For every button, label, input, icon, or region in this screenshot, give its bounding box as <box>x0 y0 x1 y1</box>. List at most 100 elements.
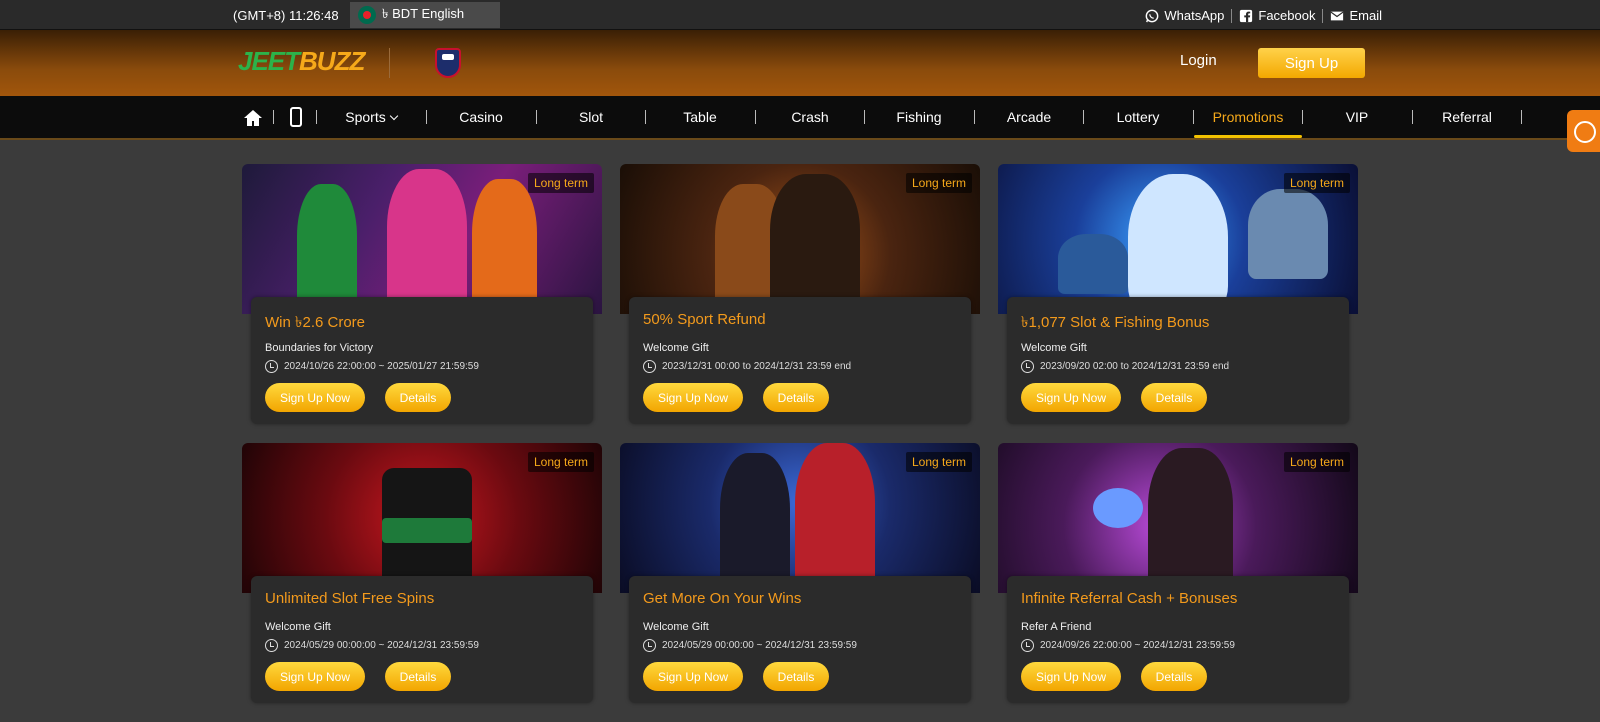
promo-panel: Unlimited Slot Free Spins Welcome Gift 2… <box>251 576 593 703</box>
promo-badge: Long term <box>1283 452 1350 472</box>
promo-card: Long term Get More On Your Wins Welcome … <box>620 443 980 703</box>
nav-item-fishing[interactable]: Fishing <box>874 109 964 125</box>
promo-date: 2024/10/26 22:00:00 ~ 2025/01/27 21:59:5… <box>265 360 479 373</box>
divider <box>316 110 317 124</box>
promo-date: 2023/09/20 02:00 to 2024/12/31 23:59 end <box>1021 360 1229 373</box>
promo-panel: 50% Sport Refund Welcome Gift 2023/12/31… <box>629 297 971 424</box>
player-figure <box>297 184 357 314</box>
promo-subtitle: Boundaries for Victory <box>265 342 374 354</box>
divider <box>1193 110 1194 124</box>
dealer-figure <box>720 453 790 593</box>
nav-item-lottery[interactable]: Lottery <box>1093 109 1183 125</box>
promo-panel: Get More On Your Wins Welcome Gift 2024/… <box>629 576 971 703</box>
signup-now-button[interactable]: Sign Up Now <box>1021 662 1121 691</box>
whatsapp-label: WhatsApp <box>1164 8 1225 23</box>
signup-now-button[interactable]: Sign Up Now <box>1021 383 1121 412</box>
nav-item-referral[interactable]: Referral <box>1422 109 1512 125</box>
promo-banner-image: Long term <box>998 164 1358 314</box>
divider <box>755 110 756 124</box>
details-button[interactable]: Details <box>763 662 829 691</box>
language-label: ৳ BDT English <box>382 5 465 21</box>
promo-panel: ৳1,077 Slot & Fishing Bonus Welcome Gift… <box>1007 297 1349 424</box>
clock-icon <box>265 639 278 652</box>
signup-now-button[interactable]: Sign Up Now <box>265 383 365 412</box>
divider <box>426 110 427 124</box>
active-tab-indicator <box>1194 135 1302 138</box>
promo-banner-image: Long term <box>998 443 1358 593</box>
nav-item-slot[interactable]: Slot <box>546 109 636 125</box>
player-figure <box>770 174 860 314</box>
promo-title: 50% Sport Refund <box>643 311 766 328</box>
nav-item-promotions[interactable]: Promotions <box>1203 109 1293 125</box>
player-figure <box>472 179 537 314</box>
home-icon[interactable] <box>243 108 263 128</box>
fish-figure <box>1058 234 1128 294</box>
promo-subtitle: Welcome Gift <box>1021 342 1087 354</box>
chat-bubble-figure <box>1093 488 1143 528</box>
nav-item-vip[interactable]: VIP <box>1312 109 1402 125</box>
mobile-app-icon[interactable] <box>290 107 302 127</box>
promo-card: Long term Infinite Referral Cash + Bonus… <box>998 443 1358 703</box>
email-label: Email <box>1349 8 1382 23</box>
contact-links: WhatsApp Facebook Email <box>1145 8 1382 23</box>
signup-now-button[interactable]: Sign Up Now <box>265 662 365 691</box>
promo-subtitle: Welcome Gift <box>265 621 331 633</box>
divider <box>536 110 537 124</box>
clock-icon <box>643 639 656 652</box>
email-link[interactable]: Email <box>1330 8 1382 23</box>
nav-item-crash[interactable]: Crash <box>765 109 855 125</box>
jeetbuzz-logo[interactable]: JEETBUZZ <box>238 46 365 77</box>
promo-card: Long term Win ৳2.6 Crore Boundaries for … <box>242 164 602 424</box>
facebook-icon <box>1240 9 1253 22</box>
shark-figure <box>1248 189 1328 279</box>
promo-card: Long term ৳1,077 Slot & Fishing Bonus We… <box>998 164 1358 424</box>
divider <box>389 48 390 78</box>
promo-date: 2024/05/29 00:00:00 ~ 2024/12/31 23:59:5… <box>643 639 857 652</box>
login-button[interactable]: Login <box>1180 52 1217 69</box>
delhi-bulls-logo <box>435 48 461 78</box>
divider <box>1083 110 1084 124</box>
promo-title: Get More On Your Wins <box>643 590 802 607</box>
promo-badge: Long term <box>527 173 594 193</box>
divider <box>974 110 975 124</box>
details-button[interactable]: Details <box>385 383 451 412</box>
clock-icon <box>643 360 656 373</box>
nav-item-table[interactable]: Table <box>655 109 745 125</box>
player-figure <box>387 169 467 314</box>
language-selector[interactable]: ৳ BDT English <box>350 2 500 28</box>
details-button[interactable]: Details <box>1141 662 1207 691</box>
divider <box>864 110 865 124</box>
main-nav: Sports Casino Slot Table Crash Fishing A… <box>0 96 1600 140</box>
details-button[interactable]: Details <box>763 383 829 412</box>
email-icon <box>1331 11 1344 20</box>
phone-screen-figure <box>382 518 472 543</box>
dealer-figure <box>795 443 875 593</box>
promo-date: 2024/05/29 00:00:00 ~ 2024/12/31 23:59:5… <box>265 639 479 652</box>
site-header: JEETBUZZ Login Sign Up <box>0 30 1600 96</box>
facebook-label: Facebook <box>1258 8 1316 23</box>
model-figure <box>1148 448 1233 593</box>
clock-icon <box>1021 360 1034 373</box>
promo-badge: Long term <box>905 452 972 472</box>
promo-title: Win ৳2.6 Crore <box>265 314 365 331</box>
signup-now-button[interactable]: Sign Up Now <box>643 383 743 412</box>
top-bar: (GMT+8) 11:26:48 ৳ BDT English WhatsApp … <box>0 0 1600 30</box>
details-button[interactable]: Details <box>1141 383 1207 412</box>
nav-item-casino[interactable]: Casino <box>436 109 526 125</box>
nav-item-sports[interactable]: Sports <box>326 109 416 125</box>
promo-badge: Long term <box>1283 173 1350 193</box>
facebook-link[interactable]: Facebook <box>1239 8 1315 23</box>
promo-card: Long term 50% Sport Refund Welcome Gift … <box>620 164 980 424</box>
promo-banner-image: Long term <box>242 164 602 314</box>
details-button[interactable]: Details <box>385 662 451 691</box>
whatsapp-icon <box>1146 9 1159 22</box>
promo-panel: Infinite Referral Cash + Bonuses Refer A… <box>1007 576 1349 703</box>
signup-now-button[interactable]: Sign Up Now <box>643 662 743 691</box>
promo-subtitle: Welcome Gift <box>643 342 709 354</box>
customer-support-icon[interactable] <box>1567 110 1600 152</box>
tiger-figure <box>1128 174 1228 314</box>
signup-button[interactable]: Sign Up <box>1258 48 1365 78</box>
nav-item-arcade[interactable]: Arcade <box>984 109 1074 125</box>
divider <box>1322 8 1324 23</box>
whatsapp-link[interactable]: WhatsApp <box>1145 8 1224 23</box>
